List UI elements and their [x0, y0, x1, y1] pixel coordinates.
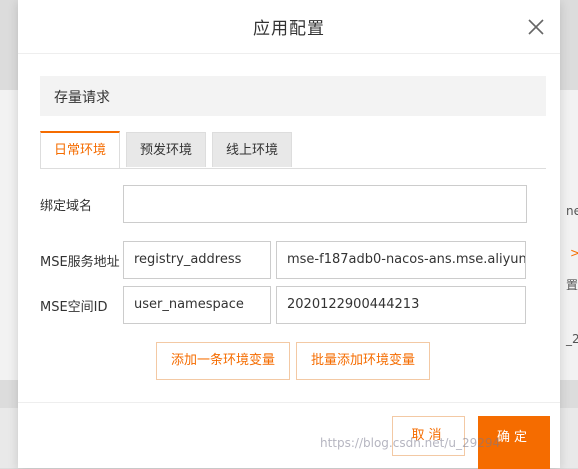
app-config-dialog: 应用配置 存量请求 日常环境 预发环境 线上环境 绑定域名 MSE服务地址 re… [18, 0, 560, 469]
batch-add-env-var-button[interactable]: 批量添加环境变量 [296, 342, 430, 380]
mse-namespace-key-input[interactable]: user_namespace [123, 286, 271, 324]
mse-service-key-input[interactable]: registry_address [123, 241, 271, 279]
tab-pre[interactable]: 预发环境 [126, 132, 206, 167]
close-button[interactable] [526, 17, 546, 37]
mse-service-value-input[interactable]: mse-f187adb0-nacos-ans.mse.aliyun [276, 241, 526, 279]
tab-daily[interactable]: 日常环境 [40, 131, 120, 168]
dialog-title: 应用配置 [253, 19, 325, 39]
close-icon [528, 19, 544, 35]
background-text: 置 [566, 278, 578, 292]
mse-namespace-label: MSE空间ID [40, 300, 108, 315]
domain-input[interactable] [123, 185, 527, 223]
background-text: _2 [566, 332, 578, 346]
environment-tabs: 日常环境 预发环境 线上环境 [40, 131, 546, 169]
background-arrow: > [570, 246, 578, 260]
domain-label: 绑定域名 [40, 199, 93, 214]
mse-service-label: MSE服务地址 [40, 255, 120, 270]
section-title: 存量请求 [54, 90, 110, 106]
mse-namespace-value-input[interactable]: 2020122900444213 [276, 286, 526, 324]
section-header: 存量请求 [40, 76, 546, 116]
add-env-var-button[interactable]: 添加一条环境变量 [156, 342, 290, 380]
watermark: https://blog.csdn.net/u_29294 [320, 436, 501, 450]
background-text: ne [566, 204, 578, 218]
dialog-header: 应用配置 [18, 0, 560, 54]
tab-online[interactable]: 线上环境 [212, 132, 292, 167]
